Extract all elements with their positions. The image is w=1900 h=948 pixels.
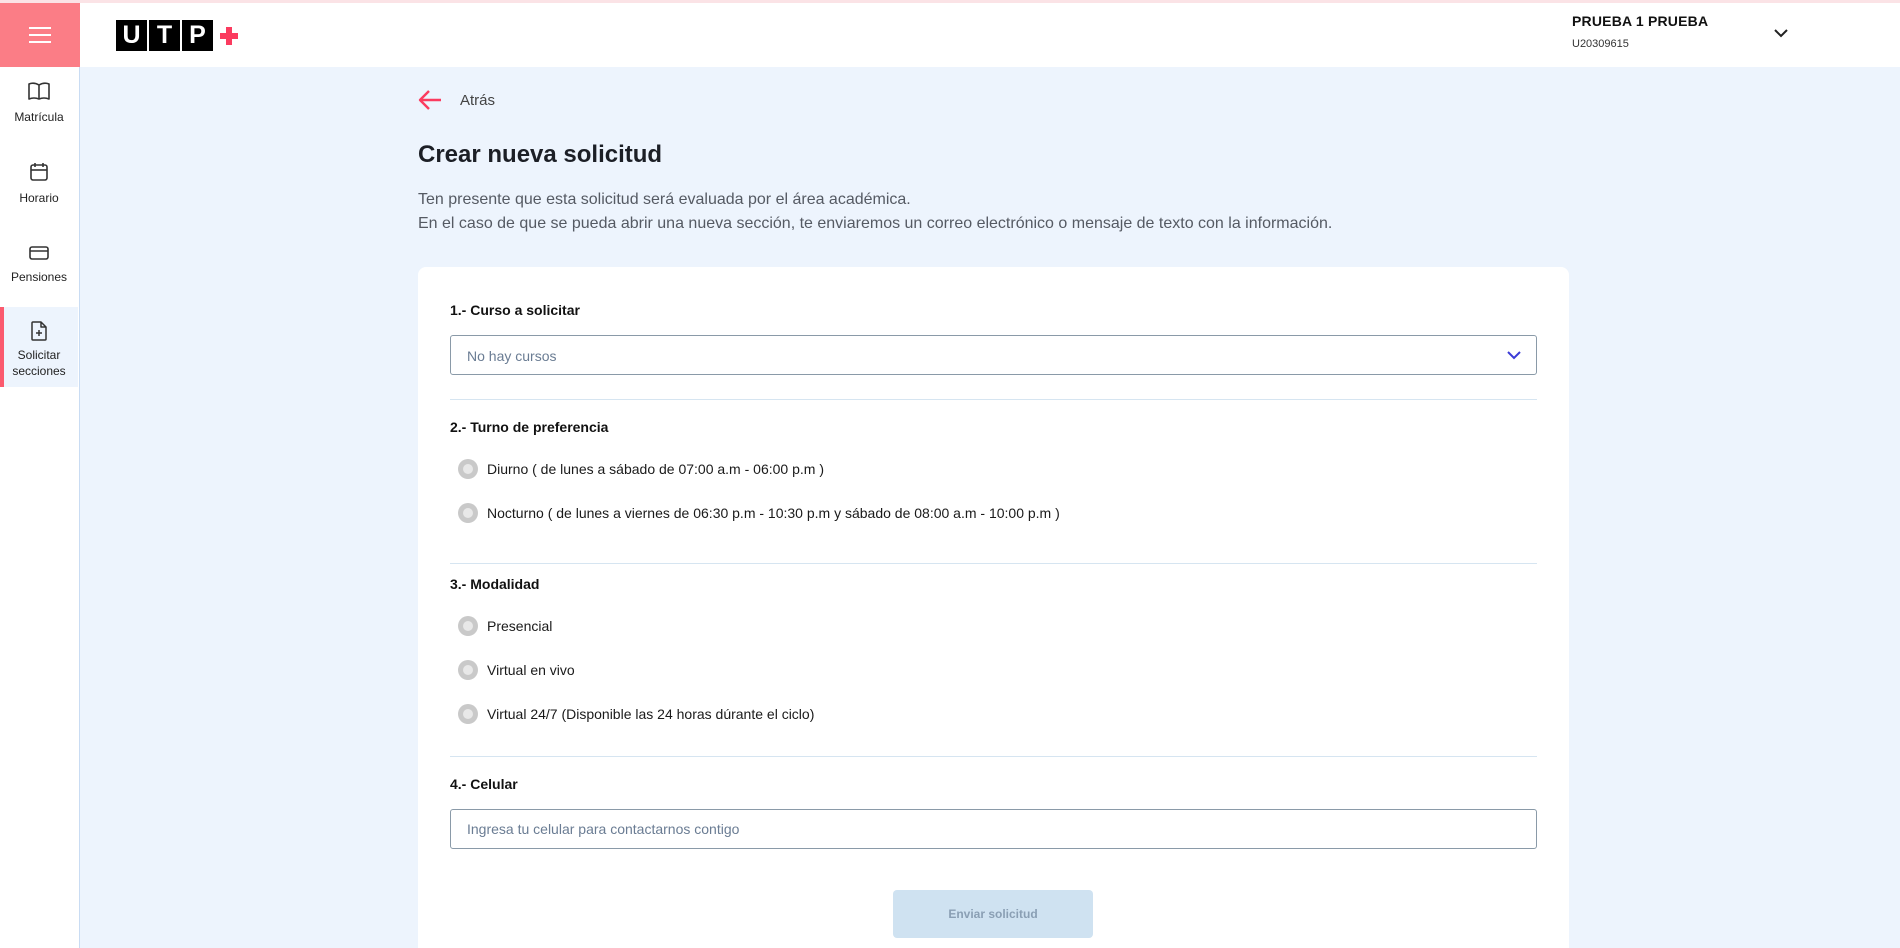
modality-option-virtual-24-7[interactable]: Virtual 24/7 (Disponible las 24 horas dú… <box>458 704 814 724</box>
user-profile[interactable]: PRUEBA 1 PRUEBA U20309615 <box>1572 13 1708 50</box>
modality-option-virtual-en-vivo[interactable]: Virtual en vivo <box>458 660 575 680</box>
sidebar-item-label: Solicitar secciones <box>12 348 66 378</box>
radio-label: Virtual 24/7 (Disponible las 24 horas dú… <box>487 706 815 722</box>
course-section-label: 1.- Curso a solicitar <box>450 302 580 318</box>
sidebar-item-label: Pensiones <box>10 270 68 284</box>
request-form-card: 1.- Curso a solicitar No hay cursos 2.- … <box>418 267 1569 948</box>
radio-button[interactable] <box>458 660 478 680</box>
radio-label: Nocturno ( de lunes a viernes de 06:30 p… <box>487 505 1060 521</box>
shift-option-nocturno[interactable]: Nocturno ( de lunes a viernes de 06:30 p… <box>458 503 1060 523</box>
shift-section-label: 2.- Turno de preferencia <box>450 419 609 435</box>
user-name: PRUEBA 1 PRUEBA <box>1572 13 1709 29</box>
logo-letter-t: T <box>149 20 180 51</box>
radio-label: Diurno ( de lunes a sábado de 07:00 a.m … <box>487 461 824 477</box>
chevron-down-icon <box>1507 351 1521 360</box>
phone-input[interactable] <box>450 809 1537 849</box>
radio-button[interactable] <box>458 503 478 523</box>
chevron-down-icon[interactable] <box>1773 25 1789 43</box>
user-code: U20309615 <box>1572 38 1629 50</box>
sidebar-item-label: Horario <box>19 191 59 205</box>
credit-card-icon <box>29 246 49 260</box>
sidebar-item-matricula[interactable]: Matrícula <box>0 77 78 147</box>
book-icon <box>28 82 50 100</box>
phone-section-label: 4.- Celular <box>450 776 518 792</box>
course-select[interactable]: No hay cursos <box>450 335 1537 375</box>
divider <box>450 399 1537 400</box>
page-title: Crear nueva solicitud <box>418 141 663 168</box>
sidebar: Matrícula Horario Pensiones Solicitar se… <box>0 67 80 948</box>
calendar-icon <box>30 163 48 181</box>
shift-option-diurno[interactable]: Diurno ( de lunes a sábado de 07:00 a.m … <box>458 459 824 479</box>
page-description: Ten presente que esta solicitud será eva… <box>418 188 1332 236</box>
menu-button[interactable] <box>0 3 80 67</box>
modality-section-label: 3.- Modalidad <box>450 576 540 592</box>
sidebar-item-horario[interactable]: Horario <box>0 160 78 230</box>
radio-label: Virtual en vivo <box>487 662 575 678</box>
radio-button[interactable] <box>458 616 478 636</box>
radio-label: Presencial <box>487 618 553 634</box>
course-select-value: No hay cursos <box>467 348 557 364</box>
utp-logo[interactable]: U T P <box>116 20 241 51</box>
back-link[interactable]: Atrás <box>418 90 495 110</box>
divider <box>450 563 1537 564</box>
divider <box>450 756 1537 757</box>
arrow-left-icon <box>418 90 441 110</box>
radio-button[interactable] <box>458 704 478 724</box>
hamburger-icon <box>29 27 51 43</box>
description-line-2: En el caso de que se pueda abrir una nue… <box>418 215 1333 232</box>
plus-icon <box>217 20 241 51</box>
file-plus-icon <box>31 321 47 341</box>
modality-option-presencial[interactable]: Presencial <box>458 616 552 636</box>
sidebar-item-label: Matrícula <box>14 110 64 124</box>
sidebar-item-solicitar-secciones[interactable]: Solicitar secciones <box>0 307 78 387</box>
logo-letter-u: U <box>116 20 147 51</box>
description-line-1: Ten presente que esta solicitud será eva… <box>418 191 911 208</box>
back-label: Atrás <box>460 91 496 109</box>
sidebar-item-pensiones[interactable]: Pensiones <box>0 241 78 311</box>
logo-letter-p: P <box>182 20 213 51</box>
submit-button[interactable]: Enviar solicitud <box>893 890 1093 938</box>
radio-button[interactable] <box>458 459 478 479</box>
